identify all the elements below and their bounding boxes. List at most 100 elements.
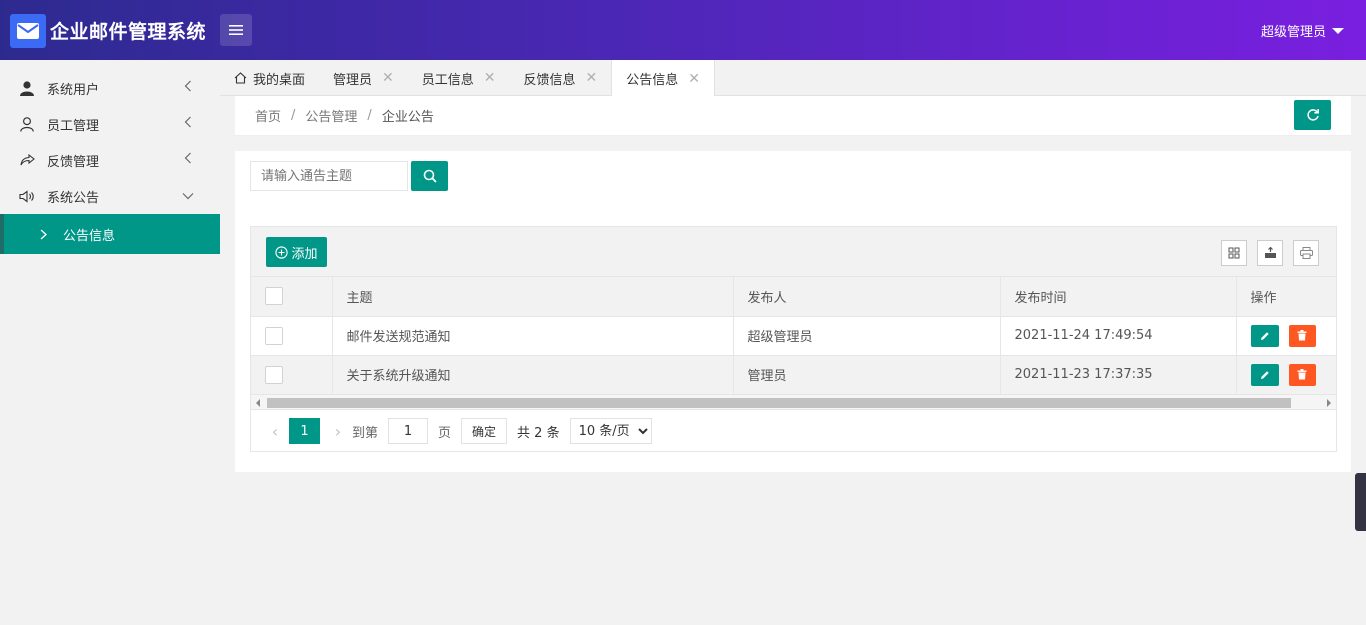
chevron-left-icon — [184, 152, 191, 164]
tab-label: 管理员 — [333, 72, 373, 88]
horizontal-scrollbar[interactable] — [251, 395, 1336, 410]
delete-button[interactable] — [1288, 363, 1316, 386]
breadcrumb-separator: / — [367, 108, 372, 123]
sidebar-item-feedback-management[interactable]: 反馈管理 — [0, 142, 220, 178]
tab-label: 员工信息 — [421, 72, 474, 88]
tab-employee-info[interactable]: 员工信息 ✕ — [408, 60, 510, 96]
add-button[interactable]: 添加 — [266, 237, 327, 267]
scrollbar-thumb[interactable] — [267, 398, 1291, 408]
tab-desktop[interactable]: 我的桌面 — [220, 60, 319, 96]
user-menu[interactable]: 超级管理员 — [1261, 21, 1344, 40]
cell-actions — [1236, 316, 1337, 356]
edit-button[interactable] — [1250, 324, 1279, 347]
breadcrumb: 首页 / 公告管理 / 企业公告 — [235, 96, 1351, 136]
scroll-left-icon[interactable] — [256, 399, 260, 407]
table-header-row: 主题 发布人 发布时间 操作 — [251, 277, 1337, 317]
search-input[interactable] — [250, 161, 408, 191]
select-all-cell — [251, 277, 333, 317]
sidebar-item-label: 系统公告 — [47, 190, 100, 206]
cell-publisher: 超级管理员 — [733, 316, 1001, 356]
close-icon[interactable]: ✕ — [586, 70, 598, 86]
goto-confirm-button[interactable]: 确定 — [461, 418, 508, 444]
scroll-right-icon[interactable] — [1327, 399, 1331, 407]
column-header-subject[interactable]: 主题 — [332, 277, 734, 317]
sidebar-item-employee-management[interactable]: 员工管理 — [0, 106, 220, 142]
menu-toggle-button[interactable] — [220, 14, 252, 46]
chevron-left-icon — [184, 80, 191, 92]
chevron-left-icon — [184, 116, 191, 128]
refresh-button[interactable] — [1294, 100, 1331, 130]
print-icon — [1299, 247, 1313, 259]
user-icon — [18, 79, 36, 97]
user-name: 超级管理员 — [1260, 25, 1326, 40]
speaker-icon — [18, 187, 36, 205]
add-button-label: 添加 — [291, 246, 318, 262]
delete-button[interactable] — [1288, 324, 1316, 347]
goto-label: 到第 — [352, 425, 379, 441]
sidebar-item-label: 反馈管理 — [47, 154, 100, 170]
tab-feedback-info[interactable]: 反馈信息 ✕ — [510, 60, 612, 96]
row-select-cell — [251, 316, 333, 356]
search-button[interactable] — [411, 161, 448, 191]
row-checkbox[interactable] — [265, 365, 283, 384]
sidebar-item-label: 员工管理 — [47, 118, 100, 134]
mail-icon — [10, 14, 46, 48]
sidebar-subitem-notice-info[interactable]: 公告信息 — [0, 214, 220, 254]
search-icon — [423, 169, 437, 183]
prev-page-icon[interactable]: ‹ — [265, 422, 285, 441]
total-count: 共 2 条 — [517, 425, 560, 441]
page-number-input[interactable] — [388, 418, 429, 444]
home-icon — [234, 72, 247, 84]
table-toolbar: 添加 — [251, 227, 1336, 277]
columns-filter-button[interactable] — [1221, 240, 1247, 266]
table-row: 邮件发送规范通知 超级管理员 2021-11-24 17:49:54 — [251, 316, 1337, 356]
column-header-publish-time[interactable]: 发布时间 — [1000, 277, 1237, 317]
page-size-select[interactable]: 10 条/页 — [569, 418, 652, 444]
tab-label: 反馈信息 — [523, 72, 576, 88]
chevron-down-icon — [182, 193, 194, 200]
select-all-checkbox[interactable] — [265, 287, 283, 306]
notice-table: 主题 发布人 发布时间 操作 邮件发送规范通知 超级管理员 2021-11-24… — [251, 277, 1337, 395]
app-title: 企业邮件管理系统 — [50, 21, 207, 43]
notice-card: 添加 主题 发布人 发布时间 操作 — [235, 151, 1351, 472]
breadcrumb-home[interactable]: 首页 — [255, 106, 281, 125]
cell-publisher: 管理员 — [733, 355, 1001, 395]
edit-button[interactable] — [1250, 363, 1279, 386]
chevron-right-icon — [40, 229, 47, 239]
tab-label: 我的桌面 — [253, 72, 306, 88]
export-button[interactable] — [1257, 240, 1283, 266]
close-icon[interactable]: ✕ — [688, 71, 700, 87]
export-icon — [1264, 247, 1276, 258]
column-header-actions: 操作 — [1236, 277, 1337, 317]
sidebar-item-system-notice[interactable]: 系统公告 — [0, 178, 220, 214]
plus-circle-icon — [275, 245, 289, 259]
breadcrumb-separator: / — [291, 108, 296, 123]
row-checkbox[interactable] — [265, 326, 283, 345]
cell-publish-time: 2021-11-23 17:37:35 — [1000, 355, 1237, 395]
tab-label: 公告信息 — [626, 73, 679, 88]
sidebar-item-system-users[interactable]: 系统用户 — [0, 70, 220, 106]
tab-admin[interactable]: 管理员 ✕ — [319, 60, 408, 96]
cell-publish-time: 2021-11-24 17:49:54 — [1000, 316, 1237, 356]
current-page[interactable]: 1 — [289, 418, 320, 444]
close-icon[interactable]: ✕ — [382, 70, 394, 86]
trash-icon — [1297, 330, 1307, 341]
floating-side-widget[interactable] — [1355, 473, 1366, 531]
breadcrumb-notice-management[interactable]: 公告管理 — [305, 106, 357, 125]
pencil-icon — [1260, 331, 1269, 340]
top-header: 企业邮件管理系统 超级管理员 — [0, 0, 1366, 60]
column-header-publisher[interactable]: 发布人 — [733, 277, 1001, 317]
next-page-icon[interactable]: › — [328, 422, 348, 441]
print-button[interactable] — [1293, 240, 1319, 266]
close-icon[interactable]: ✕ — [484, 70, 496, 86]
page-tabs: 我的桌面 管理员 ✕ 员工信息 ✕ 反馈信息 ✕ 公告信息 ✕ — [220, 60, 1366, 97]
row-select-cell — [251, 355, 333, 395]
page-label: 页 — [438, 425, 452, 441]
user-outline-icon — [18, 115, 36, 133]
sidebar-item-label: 系统用户 — [47, 82, 100, 98]
tab-notice-info[interactable]: 公告信息 ✕ — [611, 60, 716, 97]
hamburger-icon — [229, 25, 243, 35]
sidebar-subitem-label: 公告信息 — [63, 228, 116, 244]
breadcrumb-company-notice: 企业公告 — [381, 110, 434, 125]
grid-icon — [1228, 247, 1240, 259]
